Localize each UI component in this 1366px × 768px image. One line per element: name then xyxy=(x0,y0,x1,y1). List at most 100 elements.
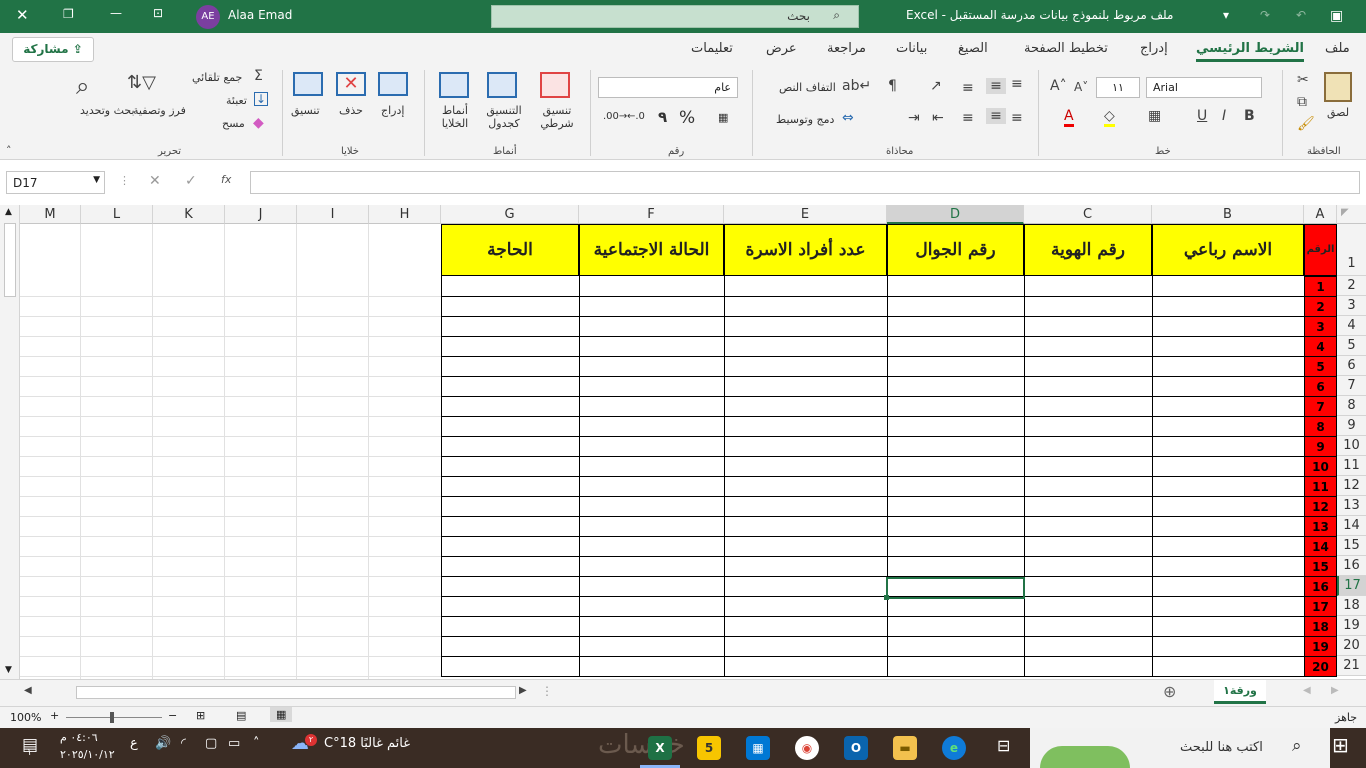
zoom-slider-thumb[interactable] xyxy=(110,712,114,723)
zoom-out-icon[interactable]: − xyxy=(168,709,177,722)
language-indicator[interactable]: ع xyxy=(130,736,138,751)
row-header[interactable]: 16 xyxy=(1337,556,1366,576)
outlook-icon[interactable]: O xyxy=(844,736,868,760)
paste-button[interactable]: لصق xyxy=(1327,106,1349,119)
taskbar-search-input[interactable]: اكتب هنا للبحث xyxy=(1180,740,1263,755)
row-header[interactable]: 3 xyxy=(1337,296,1366,316)
share-button[interactable]: مشاركة ⇪ xyxy=(12,37,94,62)
wrap-text-button[interactable]: التفاف النص xyxy=(779,81,836,94)
increase-font-icon[interactable]: A˄ xyxy=(1050,78,1067,94)
sheet-tab[interactable]: ورقة١ xyxy=(1214,680,1266,704)
row-header[interactable]: 20 xyxy=(1337,636,1366,656)
header-number-cell[interactable]: الرقم xyxy=(1304,224,1337,276)
currency-icon[interactable]: ▦ xyxy=(718,111,728,124)
header-id-number[interactable]: رقم الهوية xyxy=(1024,224,1152,276)
minimize-icon[interactable]: — xyxy=(110,6,122,20)
row-header[interactable]: 2 xyxy=(1337,276,1366,296)
format-icon[interactable] xyxy=(293,72,323,96)
row-number-cell[interactable]: 10 xyxy=(1304,456,1337,477)
zoom-level[interactable]: 100% xyxy=(10,711,41,724)
row-header[interactable]: 14 xyxy=(1337,516,1366,536)
format-painter-icon[interactable]: 🖌 xyxy=(1297,116,1315,132)
header-mobile[interactable]: رقم الجوال xyxy=(887,224,1024,276)
user-name[interactable]: Alaa Emad xyxy=(228,8,292,22)
header-need[interactable]: الحاجة xyxy=(441,224,579,276)
page-break-view-icon[interactable]: ⊞ xyxy=(196,709,205,722)
row-header[interactable]: 9 xyxy=(1337,416,1366,436)
autosum-button[interactable]: جمع تلقائي xyxy=(192,71,242,84)
zoom-in-icon[interactable]: + xyxy=(50,709,59,722)
ribbon-display-icon[interactable]: ⊡ xyxy=(153,6,163,20)
chrome-icon[interactable]: ◉ xyxy=(795,736,819,760)
increase-decimal-icon[interactable]: ←.0 xyxy=(627,111,645,122)
vertical-scrollbar[interactable]: ▲ ▼ xyxy=(0,205,20,679)
column-header-m[interactable]: M xyxy=(20,205,81,224)
row-number-cell[interactable]: 13 xyxy=(1304,516,1337,537)
row-header[interactable]: 5 xyxy=(1337,336,1366,356)
sort-filter-button[interactable]: فرز وتصفية xyxy=(133,104,186,117)
row-number-cell[interactable]: 14 xyxy=(1304,536,1337,557)
row-number-cell[interactable]: 19 xyxy=(1304,636,1337,657)
align-middle-icon[interactable]: ≡ xyxy=(986,78,1006,94)
add-sheet-icon[interactable]: ⊕ xyxy=(1163,682,1176,701)
cell-styles-button[interactable]: أنماط الخلايا xyxy=(433,104,477,130)
decrease-decimal-icon[interactable]: .00→ xyxy=(603,111,627,122)
row-number-cell[interactable]: 3 xyxy=(1304,316,1337,337)
close-icon[interactable]: ✕ xyxy=(16,6,29,24)
row-header[interactable]: 11 xyxy=(1337,456,1366,476)
scroll-down-icon[interactable]: ▼ xyxy=(5,665,12,675)
row-number-cell[interactable]: 1 xyxy=(1304,276,1337,297)
row-number-cell[interactable]: 7 xyxy=(1304,396,1337,417)
fill-handle[interactable] xyxy=(884,595,889,600)
column-header-h[interactable]: H xyxy=(369,205,441,224)
delete-icon[interactable]: ✕ xyxy=(336,72,366,96)
store-icon[interactable]: ▦ xyxy=(746,736,770,760)
tab-page-layout[interactable]: تخطيط الصفحة xyxy=(1024,41,1108,56)
taskbar-search-box[interactable]: اكتب هنا للبحث ⌕ xyxy=(1030,728,1330,768)
excel-taskbar-icon[interactable]: X xyxy=(648,736,672,760)
row-number-cell[interactable]: 9 xyxy=(1304,436,1337,457)
row-number-cell[interactable]: 6 xyxy=(1304,376,1337,397)
row-header[interactable]: 7 xyxy=(1337,376,1366,396)
row-header[interactable]: 15 xyxy=(1337,536,1366,556)
redo-icon[interactable]: ↷ xyxy=(1260,8,1270,22)
clear-button[interactable]: مسح xyxy=(222,117,245,130)
find-icon[interactable]: ⌕ xyxy=(76,72,89,100)
undo-icon[interactable]: ↶ xyxy=(1296,8,1306,22)
row-header[interactable]: 1 xyxy=(1337,224,1366,276)
merge-center-button[interactable]: دمج وتوسيط xyxy=(776,113,834,126)
row-header[interactable]: 13 xyxy=(1337,496,1366,516)
next-sheet-icon[interactable]: ▶ xyxy=(1331,685,1339,696)
conditional-format-icon[interactable] xyxy=(540,72,570,98)
avatar[interactable]: AE xyxy=(196,5,220,29)
normal-view-icon[interactable]: ▦ xyxy=(270,707,293,722)
row-number-cell[interactable]: 20 xyxy=(1304,656,1337,677)
file-explorer-icon[interactable]: ▬ xyxy=(893,736,917,760)
tab-help[interactable]: تعليمات xyxy=(691,41,733,56)
row-header[interactable]: 4 xyxy=(1337,316,1366,336)
row-number-cell[interactable]: 18 xyxy=(1304,616,1337,637)
column-header-j[interactable]: J xyxy=(225,205,297,224)
row-number-cell[interactable]: 16 xyxy=(1304,576,1337,597)
enter-icon[interactable]: ✓ xyxy=(185,173,197,189)
column-header-e[interactable]: E xyxy=(724,205,887,224)
select-all-corner[interactable]: ◤ xyxy=(1337,205,1366,224)
orientation-icon[interactable]: ↗ xyxy=(930,78,942,94)
format-button[interactable]: تنسيق xyxy=(291,104,320,117)
row-number-cell[interactable]: 12 xyxy=(1304,496,1337,517)
copy-icon[interactable]: ⧉ xyxy=(1297,94,1307,110)
number-format-select[interactable]: عام xyxy=(598,77,738,98)
battery-icon[interactable]: ▭ xyxy=(228,736,240,751)
search-input[interactable]: بحث ⌕ xyxy=(491,5,859,28)
cut-icon[interactable]: ✂ xyxy=(1297,72,1309,88)
scroll-up-icon[interactable]: ▲ xyxy=(5,207,12,217)
column-header-g[interactable]: G xyxy=(441,205,579,224)
tab-file[interactable]: ملف xyxy=(1325,41,1350,56)
tab-home[interactable]: الشريط الرئيسي xyxy=(1196,41,1304,62)
column-header-c[interactable]: C xyxy=(1024,205,1152,224)
bold-button[interactable]: B xyxy=(1244,108,1255,124)
row-number-cell[interactable]: 11 xyxy=(1304,476,1337,497)
splitter-icon[interactable]: ⋮ xyxy=(541,684,553,698)
tab-view[interactable]: عرض xyxy=(766,41,797,56)
delete-button[interactable]: حذف xyxy=(339,104,363,117)
